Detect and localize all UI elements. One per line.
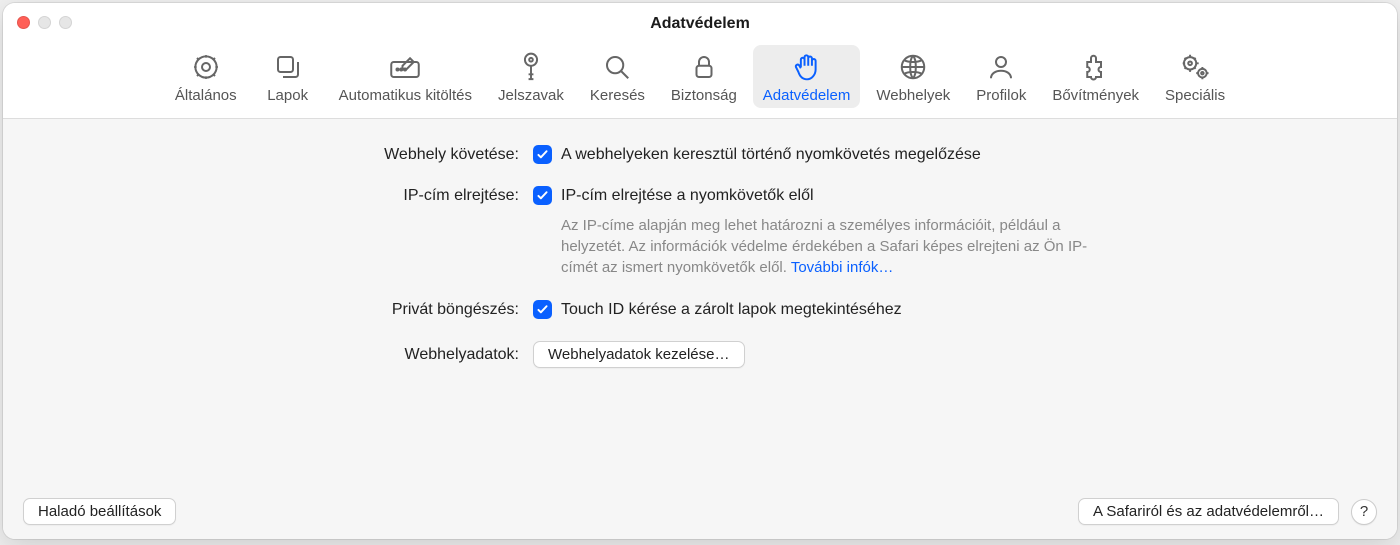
tab-security[interactable]: Biztonság (661, 45, 747, 108)
tab-label: Adatvédelem (763, 87, 851, 104)
preferences-window: Adatvédelem Általános Lapok Automatikus … (3, 3, 1397, 539)
tab-extensions[interactable]: Bővítmények (1042, 45, 1149, 108)
row-label: Webhely követése: (43, 145, 533, 164)
prefs-toolbar: Általános Lapok Automatikus kitöltés Jel… (3, 45, 1397, 119)
tab-search[interactable]: Keresés (580, 45, 655, 108)
row-hide-ip: IP-cím elrejtése: IP-cím elrejtése a nyo… (43, 186, 1357, 278)
tracking-checkbox-label: A webhelyeken keresztül történő nyomköve… (561, 146, 981, 164)
tab-profiles[interactable]: Profilok (966, 45, 1036, 108)
row-label: IP-cím elrejtése: (43, 186, 533, 205)
about-safari-privacy-button[interactable]: A Safariról és az adatvédelemről… (1078, 498, 1339, 525)
tracking-checkbox[interactable] (533, 145, 552, 164)
tab-label: Bővítmények (1052, 87, 1139, 104)
row-label: Privát böngészés: (43, 300, 533, 319)
tab-label: Keresés (590, 87, 645, 104)
tab-label: Lapok (267, 87, 308, 104)
magnifier-icon (602, 50, 632, 84)
tab-passwords[interactable]: Jelszavak (488, 45, 574, 108)
tab-label: Webhelyek (876, 87, 950, 104)
tab-autofill[interactable]: Automatikus kitöltés (329, 45, 482, 108)
window-title: Adatvédelem (3, 15, 1397, 33)
help-button[interactable]: ? (1351, 499, 1377, 525)
row-website-data: Webhelyadatok: Webhelyadatok kezelése… (43, 341, 1357, 368)
pencil-card-icon (387, 50, 423, 84)
private-touchid-checkbox[interactable] (533, 300, 552, 319)
tab-tabs[interactable]: Lapok (253, 45, 323, 108)
lock-icon (689, 50, 719, 84)
tab-privacy[interactable]: Adatvédelem (753, 45, 861, 108)
tab-label: Általános (175, 87, 237, 104)
row-website-tracking: Webhely követése: A webhelyeken keresztü… (43, 145, 1357, 164)
globe-icon (898, 50, 928, 84)
key-icon (516, 50, 546, 84)
content-pane: Webhely követése: A webhelyeken keresztü… (3, 119, 1397, 539)
tab-label: Automatikus kitöltés (339, 87, 472, 104)
private-checkbox-label: Touch ID kérése a zárolt lapok megtekint… (561, 301, 902, 319)
hideip-checkbox-label: IP-cím elrejtése a nyomkövetők elől (561, 187, 814, 205)
titlebar: Adatvédelem (3, 3, 1397, 45)
tab-label: Jelszavak (498, 87, 564, 104)
footer: Haladó beállítások A Safariról és az ada… (23, 498, 1377, 525)
tab-label: Speciális (1165, 87, 1225, 104)
gears-icon (1179, 50, 1211, 84)
tab-general[interactable]: Általános (165, 45, 247, 108)
manage-website-data-button[interactable]: Webhelyadatok kezelése… (533, 341, 745, 368)
tab-label: Profilok (976, 87, 1026, 104)
puzzle-icon (1081, 50, 1111, 84)
square-stack-icon (273, 50, 303, 84)
hideip-help-text: Az IP-címe alapján meg lehet határozni a… (533, 215, 1103, 278)
row-label: Webhelyadatok: (43, 341, 533, 364)
person-icon (986, 50, 1016, 84)
row-private-browsing: Privát böngészés: Touch ID kérése a záro… (43, 300, 1357, 319)
hideip-learn-more-link[interactable]: További infók… (791, 259, 894, 276)
tab-websites[interactable]: Webhelyek (866, 45, 960, 108)
tab-label: Biztonság (671, 87, 737, 104)
tab-advanced[interactable]: Speciális (1155, 45, 1235, 108)
hand-icon (792, 50, 822, 84)
gear-icon (191, 50, 221, 84)
advanced-settings-button[interactable]: Haladó beállítások (23, 498, 176, 525)
hideip-checkbox[interactable] (533, 186, 552, 205)
